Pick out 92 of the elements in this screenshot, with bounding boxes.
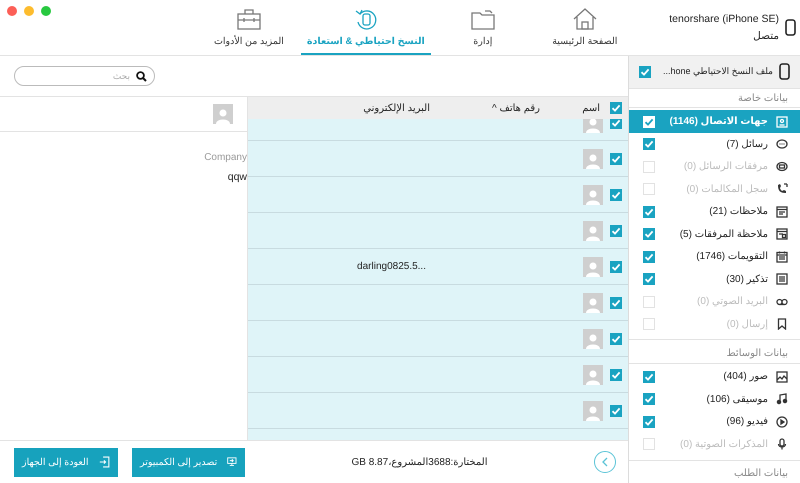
search-icon xyxy=(136,71,147,82)
back-button[interactable] xyxy=(594,451,616,473)
checkbox[interactable] xyxy=(643,116,655,128)
checkbox[interactable] xyxy=(643,416,655,428)
checkbox[interactable] xyxy=(610,296,622,308)
zoom-button[interactable] xyxy=(41,6,51,16)
enter-icon xyxy=(98,455,110,469)
category-label: سجل المكالمات (0) xyxy=(686,184,768,195)
field-value: qqw xyxy=(228,171,247,183)
checkbox[interactable] xyxy=(610,188,622,200)
checkbox[interactable] xyxy=(610,404,622,416)
avatar-placeholder xyxy=(583,328,603,348)
category-label: موسيقى (106) xyxy=(706,394,768,405)
chevron-left-icon xyxy=(601,457,609,467)
column-header[interactable]: اسم xyxy=(582,102,600,114)
checkbox[interactable] xyxy=(643,228,655,240)
checkbox[interactable] xyxy=(643,370,655,383)
play-icon xyxy=(776,416,788,428)
category-item[interactable]: ملاحظة المرفقات (5) xyxy=(629,222,800,246)
category-item[interactable]: رسائل (7) xyxy=(629,132,800,156)
selection-summary: المختارة:3688المشروع،8.87 GB xyxy=(350,456,488,468)
checkbox[interactable] xyxy=(639,66,651,78)
checkbox[interactable] xyxy=(643,273,655,286)
device-name: tenorshare (iPhone SE) xyxy=(669,13,779,25)
category-item[interactable]: موسيقى (106) xyxy=(629,388,800,411)
nav-tab[interactable]: الصفحة الرئيسية xyxy=(534,0,635,55)
email-text: darling0825.5... xyxy=(357,261,426,272)
music-note-icon xyxy=(776,393,788,406)
category-label: صور (404) xyxy=(723,371,768,382)
backup-file-row[interactable]: ملف النسخ الاحتياطي hone... xyxy=(629,56,800,89)
chat-icon xyxy=(776,138,788,150)
avatar-placeholder xyxy=(583,220,603,240)
phone-icon xyxy=(785,19,796,36)
photo-icon xyxy=(776,370,788,383)
category-label: التقويمات (1746) xyxy=(696,251,768,262)
backup-file-label: ملف النسخ الاحتياطي hone... xyxy=(663,66,773,78)
nav-tab[interactable]: إدارة xyxy=(432,0,533,55)
category-item[interactable]: التقويمات (1746) xyxy=(629,245,800,268)
checkbox[interactable] xyxy=(610,332,622,344)
avatar-placeholder xyxy=(583,364,603,384)
device-status: متصل xyxy=(752,30,779,42)
checkbox[interactable] xyxy=(610,119,622,128)
contact-icon xyxy=(776,116,788,128)
category-label: المذكرات الصوتية (0) xyxy=(680,438,768,450)
category-item[interactable]: صور (404) xyxy=(629,366,800,388)
minimize-button[interactable] xyxy=(24,6,34,16)
category-label: إرسال (0) xyxy=(726,318,768,330)
nav-tab[interactable]: المزيد من الأدوات xyxy=(198,0,299,55)
category-label: البريد الصوتي (0) xyxy=(697,296,768,308)
avatar-placeholder xyxy=(583,148,603,168)
phone-icon xyxy=(779,63,790,80)
category-label: ملاحظات (21) xyxy=(709,206,768,218)
section-header: بيانات الوسائط xyxy=(725,346,789,361)
checkbox[interactable] xyxy=(610,102,622,114)
checkbox[interactable] xyxy=(610,224,622,236)
category-item[interactable]: ملاحظات (21) xyxy=(629,200,800,223)
category-label: ملاحظة المرفقات (5) xyxy=(680,228,768,240)
list-icon xyxy=(776,273,788,286)
avatar-placeholder xyxy=(583,184,603,204)
section-header: بيانات خاصة xyxy=(737,92,789,106)
category-label: مرفقات الرسائل (0) xyxy=(684,161,768,172)
column-header[interactable]: البريد الإلكتروني xyxy=(248,102,450,114)
checkbox[interactable] xyxy=(643,138,655,150)
note-attachment-icon xyxy=(776,228,788,240)
column-header[interactable]: رقم هاتف ^ xyxy=(450,102,560,114)
monitor-icon xyxy=(227,455,237,469)
section-header: بيانات الطلب xyxy=(732,467,789,482)
search-field[interactable]: بحث xyxy=(14,66,155,86)
category-item[interactable]: تذكير (30) xyxy=(629,268,800,290)
microphone-icon xyxy=(776,438,788,450)
avatar-placeholder xyxy=(583,256,603,276)
category-label: تذكير (30) xyxy=(726,274,768,285)
checkbox[interactable] xyxy=(643,250,655,263)
category-label: رسائل (7) xyxy=(726,138,768,150)
phone-call-icon xyxy=(776,183,788,196)
note-icon xyxy=(776,206,788,218)
category-label: جهات الاتصال (1146) xyxy=(670,116,768,128)
avatar-placeholder xyxy=(213,104,233,124)
checkbox[interactable] xyxy=(610,368,622,380)
checkbox[interactable] xyxy=(610,152,622,164)
chat-attachment-icon xyxy=(776,160,788,173)
calendar-icon xyxy=(776,250,788,263)
checkbox[interactable] xyxy=(643,206,655,218)
avatar-placeholder xyxy=(583,292,603,312)
avatar-placeholder xyxy=(583,400,603,420)
checkbox[interactable] xyxy=(643,393,655,406)
category-label: فيديو (96) xyxy=(726,416,768,428)
checkbox[interactable] xyxy=(610,260,622,272)
field-label: Company xyxy=(204,152,247,163)
category-item[interactable]: فيديو (96) xyxy=(629,410,800,434)
close-button[interactable] xyxy=(7,6,17,16)
bookmark-icon xyxy=(776,318,788,330)
